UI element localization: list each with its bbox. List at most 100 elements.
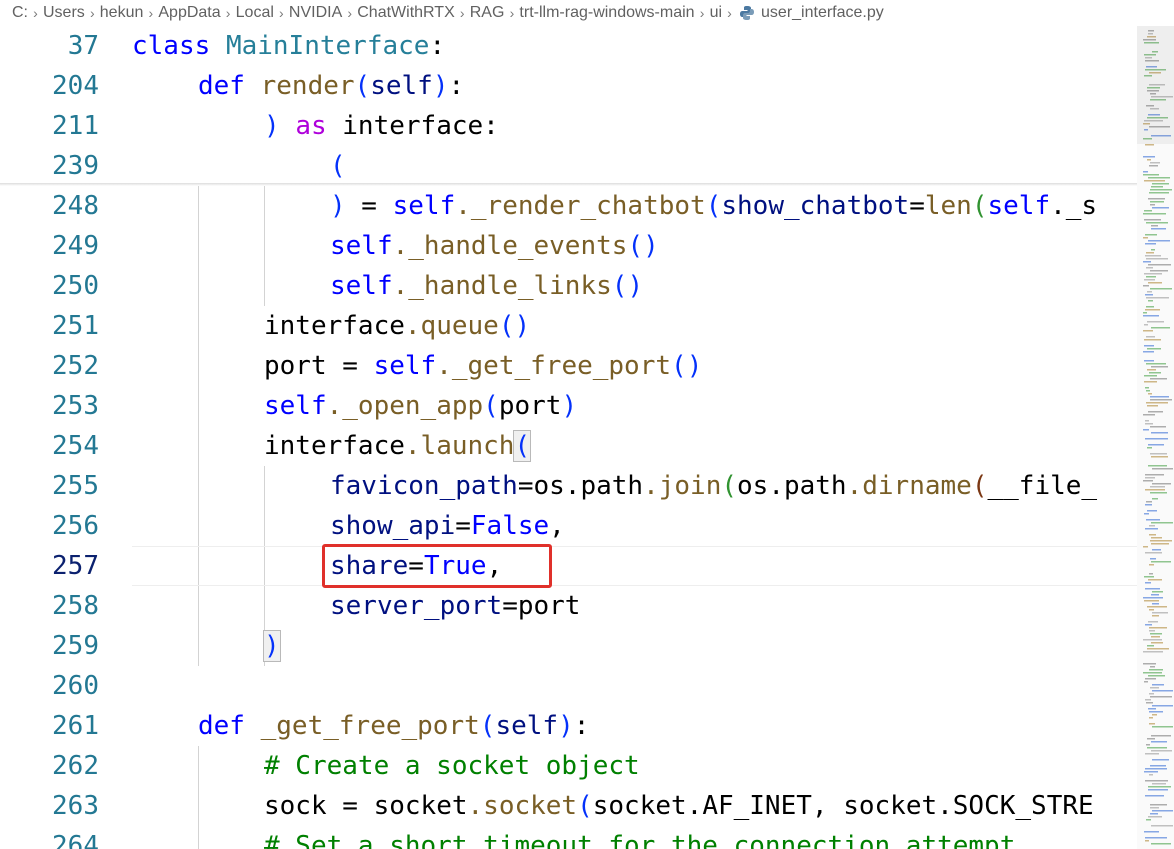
breadcrumb-item[interactable]: C: [12,4,28,22]
minimap-line [1143,261,1151,263]
code-text: server_port=port [330,591,581,621]
code-line[interactable]: 254 interface.launch( [0,426,1137,466]
code-line[interactable]: 258 server_port=port [0,586,1137,626]
chevron-right-icon: › [148,5,154,21]
minimap-line [1151,561,1171,563]
minimap-line [1150,270,1168,272]
minimap-line [1145,477,1155,479]
minimap-line [1145,489,1165,491]
code-line[interactable]: 260 [0,666,1137,706]
minimap-line [1144,339,1161,341]
minimap-line [1150,486,1165,488]
minimap-line [1150,804,1167,806]
code-line[interactable]: 256 show_api=False, [0,506,1137,546]
code-line[interactable]: 250 self._handle_links() [0,266,1137,306]
minimap-line [1152,684,1164,686]
minimap-line [1144,345,1154,347]
minimap-line [1147,369,1156,371]
code-text: class MainInterface: [132,31,446,61]
minimap-line [1151,225,1158,227]
code-line[interactable]: 264 # Set a short timeout for the connec… [0,826,1137,849]
code-line[interactable]: 263 sock = socket.socket(socket.AF_INET,… [0,786,1137,826]
breadcrumb-item[interactable]: Local [236,4,274,22]
minimap-line [1143,651,1163,653]
minimap-line [1151,366,1168,368]
breadcrumb-item[interactable]: AppData [158,4,220,22]
breadcrumb-item[interactable]: RAG [470,4,505,22]
line-number: 204 [52,71,99,101]
minimap-line [1147,606,1167,608]
code-text: ( [330,151,346,181]
minimap-line [1149,534,1156,536]
minimap-line [1145,753,1159,755]
minimap-line [1149,192,1169,194]
breadcrumb-item[interactable]: NVIDIA [289,4,342,22]
code-line[interactable]: 248 ) = self._render_chatbot(show_chatbo… [0,186,1137,226]
code-line[interactable]: 37 class MainInterface: [0,26,1137,66]
minimap-line [1152,207,1169,209]
minimap-line [1146,336,1155,338]
minimap-line [1143,414,1155,416]
minimap-line [1145,438,1168,440]
chevron-right-icon: › [459,5,465,21]
breadcrumb-item[interactable]: hekun [100,4,144,22]
code-line[interactable]: 239 ( [0,146,1137,186]
python-file-icon [740,6,755,20]
code-line[interactable]: 255 favicon_path=os.path.join(os.path.di… [0,466,1137,506]
code-line[interactable]: 252 port = self._get_free_port() [0,346,1137,386]
breadcrumb-file[interactable]: user_interface.py [761,4,884,22]
breadcrumb-item[interactable]: ui [710,4,722,22]
code-text: show_api=False, [330,511,565,541]
minimap-line [1150,426,1166,428]
minimap-line [1148,198,1165,200]
minimap-slider[interactable] [1137,26,1174,144]
breadcrumb-item[interactable]: Users [43,4,85,22]
minimap-line [1152,591,1163,593]
minimap-line [1148,264,1171,266]
breadcrumb-item[interactable]: trt-llm-rag-windows-main [519,4,694,22]
breadcrumb-item[interactable]: ChatWithRTX [357,4,455,22]
code-line[interactable]: 251 interface.queue() [0,306,1137,346]
minimap-line [1143,156,1155,158]
minimap-line [1148,177,1170,179]
minimap-line [1149,525,1155,527]
code-text: def _get_free_port(self): [198,711,590,741]
minimap-line [1143,213,1166,215]
minimap-line [1147,348,1161,350]
minimap-line [1151,249,1155,251]
minimap-line [1151,750,1172,752]
minimap-line [1144,324,1148,326]
minimap-line [1150,807,1159,809]
minimap-line [1149,630,1155,632]
code-line-current[interactable]: 257 share=True, [0,546,1137,586]
line-number: 211 [52,111,99,141]
minimap-line [1146,744,1150,746]
minimap-line [1146,819,1151,821]
code-line[interactable]: 259 ) [0,626,1137,666]
line-number: 262 [52,751,99,781]
minimap-line [1152,183,1169,185]
minimap-line [1150,558,1156,560]
code-text: ) = self._render_chatbot(show_chatbot=le… [330,191,1098,221]
line-number: 249 [52,231,99,261]
minimap-line [1143,174,1159,176]
minimap-line [1148,300,1153,302]
code-editor[interactable]: 37 class MainInterface: 204 def render(s… [0,26,1137,849]
minimap-line [1151,186,1163,188]
minimap-line [1150,378,1167,380]
minimap-line [1146,276,1156,278]
code-line[interactable]: 262 # Create a socket object [0,746,1137,786]
code-line[interactable]: 253 self._open_app(port) [0,386,1137,426]
code-line[interactable]: 249 self._handle_events() [0,226,1137,266]
minimap-line [1145,255,1161,257]
minimap[interactable] [1137,26,1174,849]
code-line[interactable]: 211 ) as interface: [0,106,1137,146]
code-text: # Create a socket object [264,751,640,781]
code-line[interactable]: 261 def _get_free_port(self): [0,706,1137,746]
minimap-line [1145,528,1158,530]
code-line[interactable]: 204 def render(self): [0,66,1137,106]
minimap-line [1149,165,1158,167]
minimap-line [1144,375,1157,377]
code-text: self._open_app(port) [264,391,578,421]
minimap-line [1152,612,1168,614]
